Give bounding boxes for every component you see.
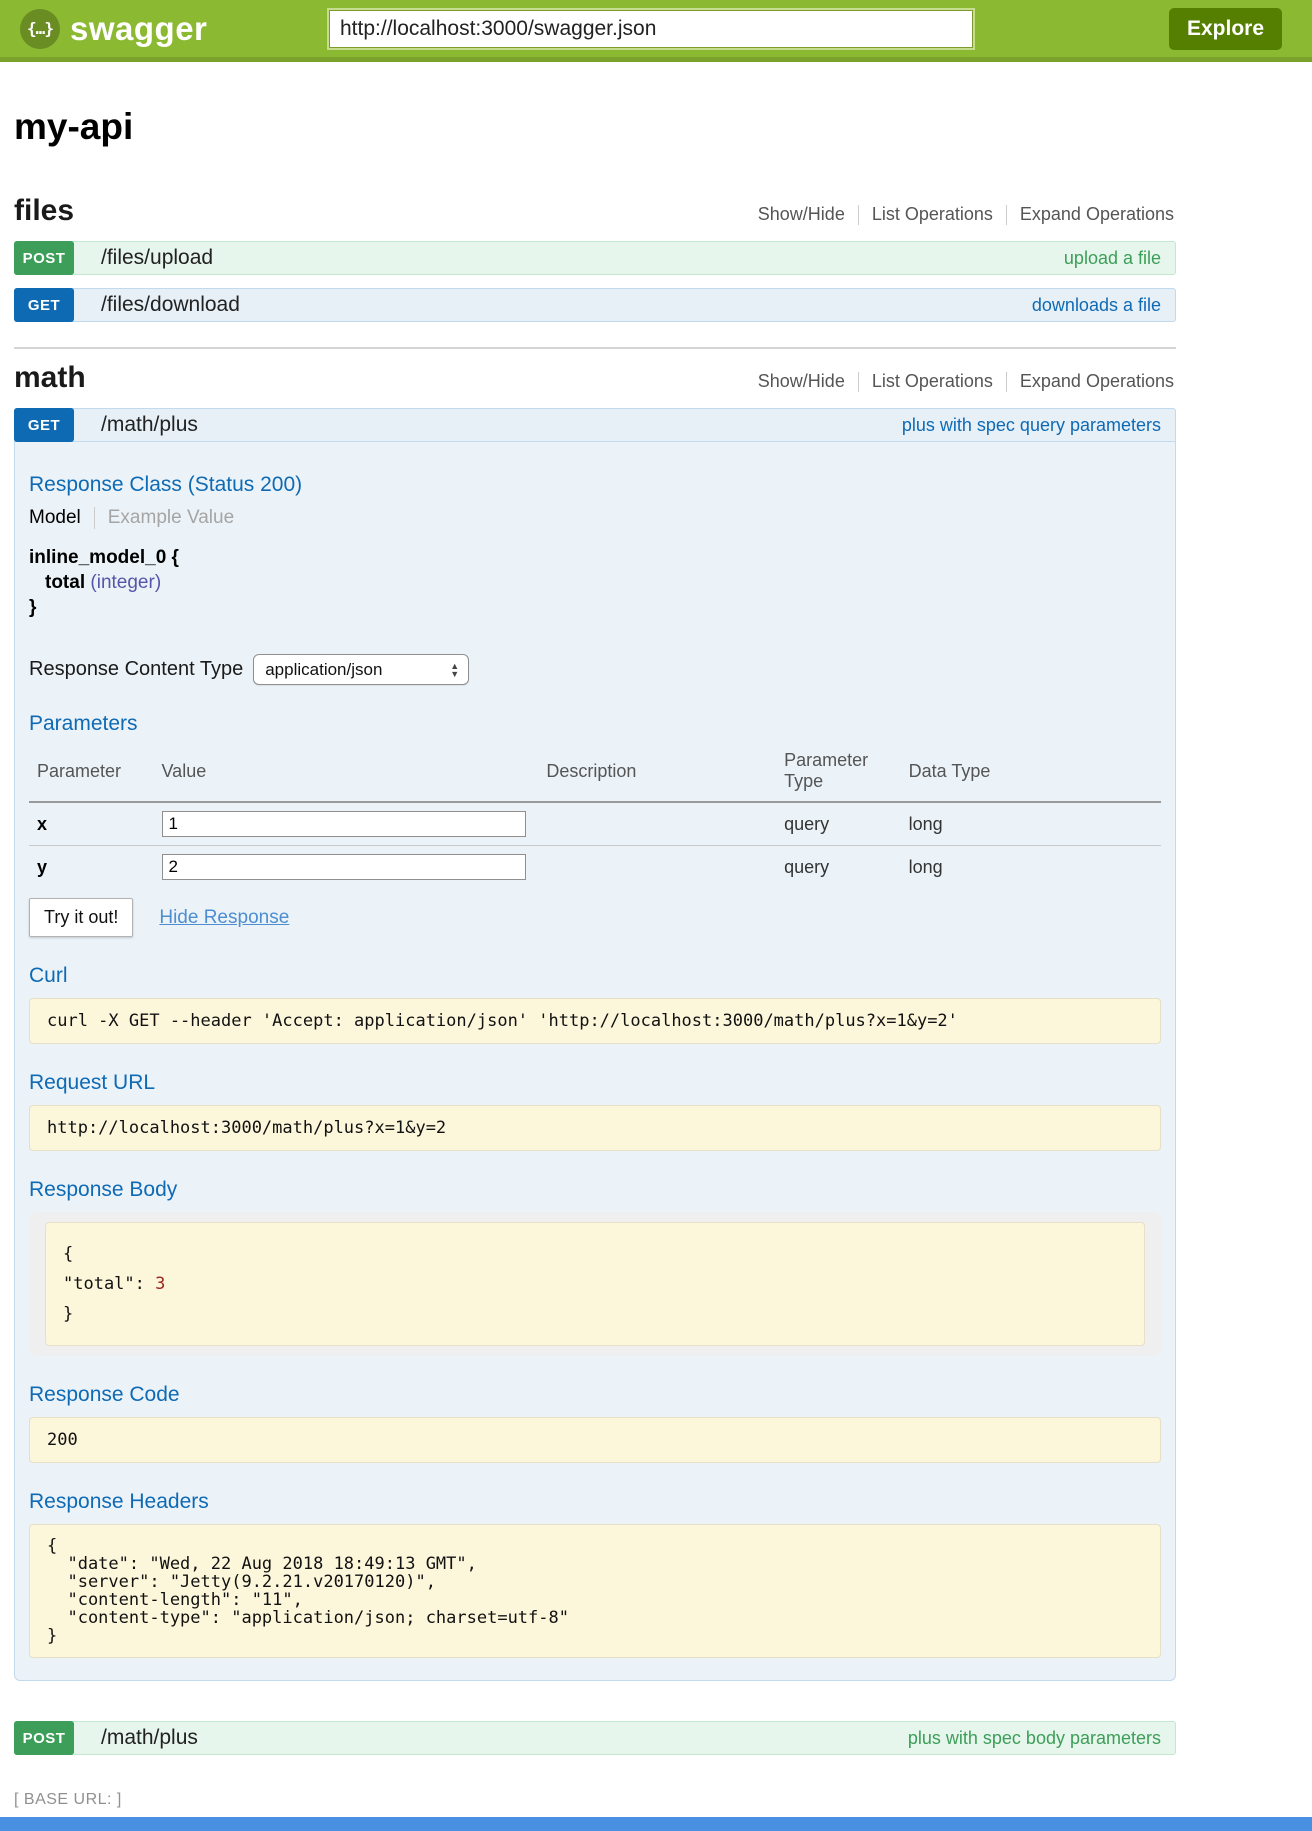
swagger-logo-text: swagger xyxy=(70,10,207,48)
base-url-label: [ BASE URL: ] xyxy=(14,1791,1176,1809)
parameter-name: y xyxy=(29,846,154,889)
resource-title-files[interactable]: files xyxy=(14,194,74,228)
swagger-logo[interactable]: {…} swagger xyxy=(20,9,329,49)
resource-title-math[interactable]: math xyxy=(14,361,86,395)
try-it-out-button[interactable]: Try it out! xyxy=(29,898,133,937)
parameter-type: query xyxy=(776,846,901,889)
operation-summary[interactable]: upload a file xyxy=(1064,248,1161,269)
operation-summary[interactable]: downloads a file xyxy=(1032,295,1161,316)
response-code-box: 200 xyxy=(29,1417,1161,1463)
model-declaration: inline_model_0 { xyxy=(29,545,1161,570)
method-badge-get: GET xyxy=(14,288,74,322)
operation-path[interactable]: /files/download xyxy=(101,293,240,317)
operation-row-get-math-plus[interactable]: GET /math/plus plus with spec query para… xyxy=(14,408,1176,442)
resource-controls: Show/Hide List Operations Expand Operati… xyxy=(745,371,1176,395)
parameter-description xyxy=(538,802,776,846)
parameter-row-y: y query long xyxy=(29,846,1161,889)
model-closing-brace: } xyxy=(29,595,1161,620)
explore-button[interactable]: Explore xyxy=(1169,8,1282,50)
request-url-heading: Request URL xyxy=(29,1071,1161,1095)
try-it-out-row: Try it out! Hide Response xyxy=(29,898,1161,937)
parameter-row-x: x query long xyxy=(29,802,1161,846)
response-class-tabs: Model Example Value xyxy=(29,507,1161,529)
expand-operations-link[interactable]: Expand Operations xyxy=(1007,371,1176,392)
response-body-value: 3 xyxy=(155,1274,165,1294)
response-body-heading: Response Body xyxy=(29,1178,1161,1202)
response-body-open-brace: { xyxy=(63,1239,1127,1269)
operation-path[interactable]: /files/upload xyxy=(101,246,213,270)
resource-controls: Show/Hide List Operations Expand Operati… xyxy=(745,204,1176,228)
resource-header-files: files Show/Hide List Operations Expand O… xyxy=(14,194,1176,228)
column-header-parameter: Parameter xyxy=(29,746,154,802)
response-headers-json: { "date": "Wed, 22 Aug 2018 18:49:13 GMT… xyxy=(47,1537,1143,1645)
response-headers-box: { "date": "Wed, 22 Aug 2018 18:49:13 GMT… xyxy=(29,1524,1161,1658)
operation-row-post-math-plus[interactable]: POST /math/plus plus with spec body para… xyxy=(14,1721,1176,1755)
column-header-description: Description xyxy=(538,746,776,802)
column-header-parameter-type: Parameter Type xyxy=(776,746,901,802)
operation-path[interactable]: /math/plus xyxy=(101,413,198,437)
response-body-wrap: { "total": 3 } xyxy=(29,1212,1161,1356)
method-badge-post: POST xyxy=(14,241,74,275)
response-class-heading: Response Class (Status 200) xyxy=(29,473,1161,497)
parameters-table: Parameter Value Description Parameter Ty… xyxy=(29,746,1161,888)
response-body-box: { "total": 3 } xyxy=(45,1222,1145,1346)
response-content-type-row: Response Content Type application/json ▲… xyxy=(29,654,1161,685)
hide-response-link[interactable]: Hide Response xyxy=(159,907,289,929)
show-hide-link[interactable]: Show/Hide xyxy=(745,204,858,225)
curl-command-box: curl -X GET --header 'Accept: applicatio… xyxy=(29,998,1161,1044)
request-url-box: http://localhost:3000/math/plus?x=1&y=2 xyxy=(29,1105,1161,1151)
response-headers-heading: Response Headers xyxy=(29,1490,1161,1514)
header-bar: {…} swagger Explore xyxy=(0,0,1312,62)
column-header-data-type: Data Type xyxy=(901,746,1161,802)
parameter-x-input[interactable] xyxy=(162,811,526,837)
parameter-type: query xyxy=(776,802,901,846)
tab-model[interactable]: Model xyxy=(29,507,94,529)
list-operations-link[interactable]: List Operations xyxy=(859,371,1006,392)
method-badge-post: POST xyxy=(14,1721,74,1755)
swagger-braces-icon: {…} xyxy=(20,9,60,49)
api-url-input[interactable] xyxy=(329,10,973,48)
model-property-type: (integer) xyxy=(90,572,161,593)
show-hide-link[interactable]: Show/Hide xyxy=(745,371,858,392)
footer-bar xyxy=(0,1817,1312,1831)
section-divider xyxy=(14,347,1176,349)
model-signature: inline_model_0 { total (integer) } xyxy=(29,545,1161,620)
operation-path[interactable]: /math/plus xyxy=(101,1726,198,1750)
operation-row-get-files-download[interactable]: GET /files/download downloads a file xyxy=(14,288,1176,322)
page-title: my-api xyxy=(14,106,1176,148)
tab-example-value[interactable]: Example Value xyxy=(95,507,234,529)
response-code-heading: Response Code xyxy=(29,1383,1161,1407)
parameter-y-input[interactable] xyxy=(162,854,526,880)
operation-summary[interactable]: plus with spec query parameters xyxy=(902,415,1161,436)
column-header-value: Value xyxy=(154,746,539,802)
model-property-name: total xyxy=(45,572,85,593)
list-operations-link[interactable]: List Operations xyxy=(859,204,1006,225)
selected-content-type: application/json xyxy=(265,660,382,680)
parameter-data-type: long xyxy=(901,846,1161,889)
response-content-type-select[interactable]: application/json ▲▼ xyxy=(253,654,469,685)
parameter-name: x xyxy=(29,802,154,846)
expand-operations-link[interactable]: Expand Operations xyxy=(1007,204,1176,225)
operation-summary[interactable]: plus with spec body parameters xyxy=(908,1728,1161,1749)
operation-detail-panel: Response Class (Status 200) Model Exampl… xyxy=(14,442,1176,1681)
method-badge-get: GET xyxy=(14,408,74,442)
parameter-description xyxy=(538,846,776,889)
operation-row-post-files-upload[interactable]: POST /files/upload upload a file xyxy=(14,241,1176,275)
parameter-data-type: long xyxy=(901,802,1161,846)
model-property: total (integer) xyxy=(29,570,1161,595)
resource-header-math: math Show/Hide List Operations Expand Op… xyxy=(14,361,1176,395)
response-content-type-label: Response Content Type xyxy=(29,658,243,681)
select-arrows-icon: ▲▼ xyxy=(450,662,459,678)
response-body-close-brace: } xyxy=(63,1299,1127,1329)
curl-heading: Curl xyxy=(29,964,1161,988)
response-body-line: "total": 3 xyxy=(63,1269,1127,1299)
parameters-heading: Parameters xyxy=(29,712,1161,736)
